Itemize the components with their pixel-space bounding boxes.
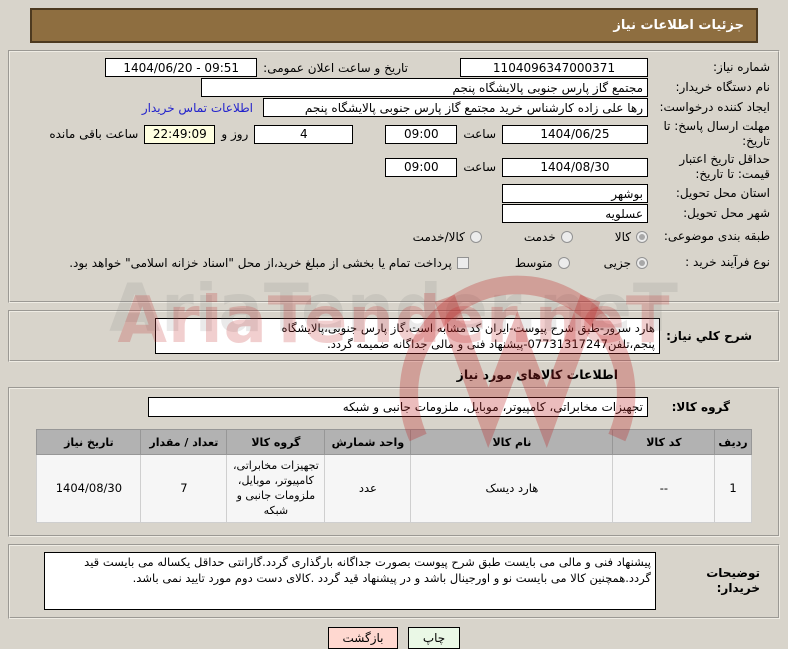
row-description: شرح کلي نیاز: هارد سرور-طبق شرح پیوست-ای…	[36, 318, 752, 354]
cell-row-index: 1	[714, 453, 752, 524]
buyer-notes-label: توضیحات خریدار:	[706, 566, 760, 596]
page-title: جزئیات اطلاعات نیاز	[613, 18, 744, 33]
treasury-checkbox[interactable]	[456, 256, 469, 269]
page: { "titlebar": {"title": "جزئیات اطلاعات …	[0, 8, 788, 649]
col-quantity: تعداد / مقدار	[140, 429, 228, 455]
classification-label: طبقه بندی موضوعی:	[663, 229, 770, 243]
deadline-time-field[interactable]: 09:00	[385, 124, 458, 144]
col-item-code: کد کالا	[612, 429, 716, 455]
row-city: شهر محل تحویل: عسلویه	[18, 204, 770, 223]
treasury-note-label: پرداخت تمام یا بخشی از مبلغ خرید،از محل …	[69, 255, 452, 270]
cell-item-group: تجهیزات مخابراتی، کامپیوتر، موبایل، ملزو…	[226, 453, 326, 524]
city-field[interactable]: عسلویه	[502, 204, 648, 223]
days-remaining-field[interactable]: 4	[254, 124, 354, 144]
radio-medium-icon[interactable]	[557, 256, 570, 269]
buyer-notes-textarea[interactable]: پیشنهاد فنی و مالی می بایست طبق شرح پیوس…	[44, 552, 656, 611]
footer-actions: چاپ بازگشت	[0, 627, 788, 649]
back-button[interactable]: بازگشت	[328, 627, 398, 649]
goods-panel: گروه کالا: تجهیزات مخابراتی، کامپیوتر، م…	[8, 387, 780, 538]
description-label: شرح کلي نیاز:	[666, 328, 752, 343]
option-partial: جزیی	[604, 256, 648, 270]
province-field[interactable]: بوشهر	[502, 184, 648, 203]
radio-goods-service-label: کالا/خدمت	[412, 229, 465, 244]
col-need-date: تاریخ نیاز	[36, 429, 142, 455]
option-treasury: پرداخت تمام یا بخشی از مبلغ خرید،از محل …	[69, 256, 469, 270]
row-need-number: شماره نیاز: 1104096347000371 تاریخ و ساع…	[18, 58, 770, 77]
option-goods-service: کالا/خدمت	[413, 230, 482, 244]
announce-label: تاریخ و ساعت اعلان عمومی:	[263, 60, 408, 75]
time-remaining-field[interactable]: 22:49:09	[144, 124, 216, 144]
buyer-contact-link[interactable]: اطلاعات تماس خریدار	[142, 101, 253, 115]
creator-field[interactable]: رها علی زاده کارشناس خرید مجتمع گاز پارس…	[263, 98, 648, 117]
deadline-label: مهلت ارسال پاسخ: تا تاریخ:	[663, 119, 770, 148]
goods-table: ردیف کد کالا نام کالا واحد شمارش گروه کا…	[36, 429, 752, 524]
deadline-hour-label: ساعت	[463, 127, 496, 141]
buyer-org-field[interactable]: مجتمع گاز پارس جنوبی پالایشگاه پنجم	[201, 78, 648, 97]
print-button[interactable]: چاپ	[408, 627, 460, 649]
cell-item-code: --	[612, 453, 716, 524]
option-medium: متوسط	[515, 256, 570, 270]
deadline-date-field[interactable]: 1404/06/25	[502, 124, 648, 144]
process-label: نوع فرآیند خرید :	[685, 255, 770, 269]
col-item-name: نام کالا	[410, 429, 614, 455]
row-creator: ایجاد کننده درخواست: رها علی زاده کارشنا…	[18, 98, 770, 117]
col-unit: واحد شمارش	[324, 429, 412, 455]
remaining-label: ساعت باقی مانده	[49, 127, 139, 141]
cell-item-name: هارد دیسک	[410, 453, 614, 524]
radio-goods-icon[interactable]	[636, 230, 648, 243]
need-number-label: شماره نیاز:	[713, 60, 770, 74]
row-province: استان محل تحویل: بوشهر	[18, 184, 770, 203]
validity-hour-label: ساعت	[463, 160, 496, 174]
description-panel: شرح کلي نیاز: هارد سرور-طبق شرح پیوست-ای…	[8, 310, 780, 362]
row-buyer-notes: توضیحات خریدار: پیشنهاد فنی و مالی می با…	[18, 552, 760, 611]
radio-medium-label: متوسط	[514, 255, 553, 270]
province-label: استان محل تحویل:	[675, 186, 770, 200]
col-row-index: ردیف	[714, 429, 752, 455]
radio-service-icon[interactable]	[560, 230, 573, 243]
description-textarea[interactable]: هارد سرور-طبق شرح پیوست-ایران کد مشابه ا…	[155, 318, 660, 354]
option-goods: کالا	[615, 230, 648, 244]
table-row: 1 -- هارد دیسک عدد تجهیزات مخابراتی، کام…	[36, 453, 752, 524]
radio-service-label: خدمت	[523, 229, 556, 244]
radio-partial-label: جزیی	[603, 255, 631, 270]
row-buyer-org: نام دستگاه خریدار: مجتمع گاز پارس جنوبی …	[18, 78, 770, 97]
row-classification: طبقه بندی موضوعی: کالا خدمت کالا/خدمت	[18, 224, 770, 249]
days-label: روز و	[221, 127, 249, 141]
announce-datetime-field[interactable]: 1404/06/20 - 09:51	[105, 58, 258, 77]
option-service: خدمت	[524, 230, 573, 244]
cell-need-date: 1404/08/30	[36, 453, 142, 524]
row-goods-group: گروه کالا: تجهیزات مخابراتی، کامپیوتر، م…	[18, 397, 770, 417]
cell-unit: عدد	[324, 453, 412, 524]
row-process-type: نوع فرآیند خرید : جزیی متوسط پرداخت تمام…	[18, 250, 770, 275]
goods-table-header-row: ردیف کد کالا نام کالا واحد شمارش گروه کا…	[36, 429, 752, 455]
col-item-group: گروه کالا	[226, 429, 326, 455]
validity-date-field[interactable]: 1404/08/30	[502, 157, 648, 177]
city-label: شهر محل تحویل:	[683, 206, 770, 220]
validity-time-field[interactable]: 09:00	[385, 157, 458, 177]
goods-group-label: گروه کالا:	[671, 399, 730, 414]
creator-label: ایجاد کننده درخواست:	[659, 100, 770, 114]
radio-goods-label: کالا	[614, 229, 631, 244]
buyer-notes-panel: توضیحات خریدار: پیشنهاد فنی و مالی می با…	[8, 544, 780, 620]
cell-quantity: 7	[140, 453, 228, 524]
row-deadline: مهلت ارسال پاسخ: تا تاریخ: 1404/06/25 سا…	[18, 118, 770, 150]
need-number-field[interactable]: 1104096347000371	[460, 58, 648, 77]
goods-section-heading: اطلاعات کالاهای مورد نیاز	[456, 367, 618, 382]
radio-partial-icon[interactable]	[636, 256, 648, 269]
need-info-panel: شماره نیاز: 1104096347000371 تاریخ و ساع…	[8, 50, 780, 303]
row-price-validity: حداقل تاریخ اعتبار قیمت: تا تاریخ: 1404/…	[18, 151, 770, 183]
validity-label: حداقل تاریخ اعتبار قیمت: تا تاریخ:	[679, 152, 770, 181]
page-title-bar: جزئیات اطلاعات نیاز	[30, 8, 758, 43]
radio-goods-service-icon[interactable]	[469, 230, 482, 243]
buyer-org-label: نام دستگاه خریدار:	[675, 80, 771, 94]
goods-group-field[interactable]: تجهیزات مخابراتی، کامپیوتر، موبایل، ملزو…	[148, 397, 648, 417]
